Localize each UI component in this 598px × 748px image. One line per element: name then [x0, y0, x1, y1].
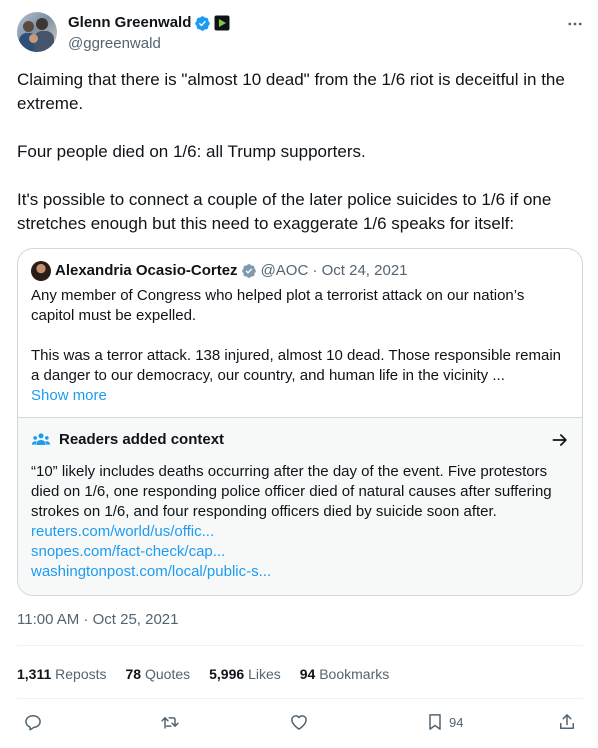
reposts-label: Reposts	[55, 666, 107, 682]
bookmarks-count: 94	[299, 666, 316, 682]
community-note: Readers added context “10” likely includ…	[18, 417, 582, 595]
community-note-title: Readers added context	[59, 431, 225, 448]
source-link[interactable]: snopes.com/fact-check/cap...	[31, 542, 271, 562]
quotes-stat[interactable]: 78 Quotes	[126, 664, 191, 684]
source-link[interactable]: reuters.com/world/us/offic...	[31, 522, 271, 542]
bookmarks-stat[interactable]: 94 Bookmarks	[300, 664, 390, 684]
community-note-header[interactable]: Readers added context	[31, 430, 224, 450]
source-link[interactable]: washingtonpost.com/local/public-s...	[31, 562, 271, 582]
subscription-badge-icon[interactable]	[214, 15, 230, 31]
quoted-tweet[interactable]: Alexandria Ocasio-Cortez @AOC · Oct 24, …	[17, 248, 583, 596]
author-handle[interactable]: @ggreenwald	[68, 34, 161, 54]
quotes-count: 78	[125, 666, 142, 682]
repost-icon	[161, 717, 179, 729]
community-note-links: reuters.com/world/us/offic... snopes.com…	[31, 522, 271, 582]
arrow-right-icon[interactable]	[550, 430, 570, 450]
quoted-tweet-header: Alexandria Ocasio-Cortez @AOC · Oct 24, …	[31, 261, 408, 281]
quoted-tweet-meta: @AOC · Oct 24, 2021	[260, 262, 408, 279]
government-badge-icon	[241, 264, 256, 278]
quoted-paragraph: This was a terror attack. 138 injured, a…	[31, 347, 566, 384]
divider	[17, 698, 583, 699]
reposts-stat[interactable]: 1,311 Reposts	[17, 664, 107, 684]
reply-icon	[25, 715, 41, 731]
tweet-header: Glenn Greenwald @ggreenwald	[17, 12, 585, 54]
bookmark-count: 94	[449, 714, 464, 730]
quoted-tweet-body: Any member of Congress who helped plot a…	[31, 286, 571, 386]
quotes-label: Quotes	[144, 666, 191, 682]
engagement-stats: 1,311 Reposts 78 Quotes 5,996 Likes 94 B…	[17, 664, 408, 684]
bookmarks-label: Bookmarks	[319, 666, 390, 682]
share-icon	[560, 714, 574, 729]
quoted-author-name: Alexandria Ocasio-Cortez	[55, 262, 238, 279]
quoted-paragraph: Any member of Congress who helped plot a…	[31, 287, 529, 324]
tweet-paragraph: Four people died on 1/6: all Trump suppo…	[17, 142, 366, 161]
action-bar: 94	[17, 712, 583, 738]
bookmark-icon	[429, 714, 441, 730]
share-button[interactable]	[557, 712, 577, 732]
divider	[17, 645, 583, 646]
likes-count: 5,996	[209, 666, 245, 682]
tweet-paragraph: Claiming that there is "almost 10 dead" …	[17, 70, 570, 113]
reply-button[interactable]	[23, 712, 43, 732]
tweet-timestamp[interactable]: 11:00 AM · Oct 25, 2021	[17, 610, 178, 630]
reposts-count: 1,311	[17, 666, 52, 682]
bookmark-button[interactable]: 94	[425, 712, 463, 732]
readers-icon	[31, 433, 51, 445]
like-icon	[291, 715, 307, 730]
more-options-icon[interactable]	[565, 14, 585, 34]
show-more-link[interactable]: Show more	[31, 386, 107, 406]
verified-badge-icon[interactable]	[194, 15, 211, 32]
author-name[interactable]: Glenn Greenwald	[68, 13, 191, 33]
tweet-body: Claiming that there is "almost 10 dead" …	[17, 68, 583, 236]
quoted-author-avatar	[31, 261, 51, 281]
likes-stat[interactable]: 5,996 Likes	[209, 664, 281, 684]
like-button[interactable]	[289, 712, 309, 732]
author-name-row: Glenn Greenwald	[68, 13, 230, 33]
author-avatar[interactable]	[17, 12, 57, 52]
repost-button[interactable]	[160, 712, 180, 732]
tweet-paragraph: It's possible to connect a couple of the…	[17, 190, 557, 233]
likes-label: Likes	[248, 666, 281, 682]
community-note-text: “10” likely includes deaths occurring af…	[31, 463, 552, 520]
